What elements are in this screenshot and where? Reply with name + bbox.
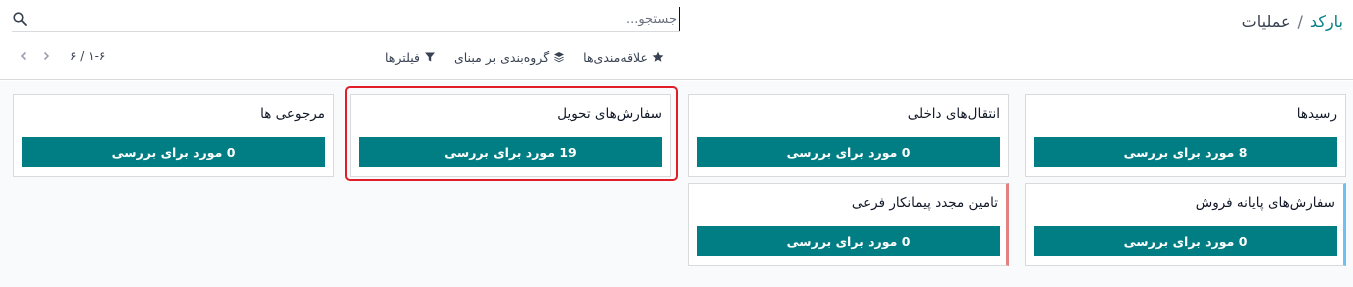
kanban-card-receipts: رسیدها 8 مورد برای بررسی (1025, 94, 1346, 177)
card-title[interactable]: مرجوعی ها (260, 106, 325, 122)
search-box (12, 7, 680, 32)
kanban-card-internal-transfers: انتقال‌های داخلی 0 مورد برای بررسی (688, 94, 1009, 177)
filter-icon (424, 52, 435, 62)
search-icon[interactable] (12, 11, 28, 27)
kanban-card-returns: مرجوعی ها 0 مورد برای بررسی (13, 94, 334, 177)
card-title[interactable]: انتقال‌های داخلی (908, 106, 1000, 122)
kanban-card-delivery-orders: سفارش‌های تحویل 19 مورد برای بررسی (350, 94, 671, 177)
to-process-button[interactable]: 0 مورد برای بررسی (22, 137, 325, 167)
card-title[interactable]: رسیدها (1297, 106, 1337, 122)
favorites-label: علاقه‌مندی‌ها (583, 49, 648, 65)
to-process-button[interactable]: 19 مورد برای بررسی (359, 137, 662, 167)
kanban-view: رسیدها 8 مورد برای بررسی انتقال‌های داخل… (0, 81, 1353, 287)
control-panel: بارکد / عملیات فیلترها گروه‌بندی بر مبنا… (0, 0, 1353, 80)
to-process-button[interactable]: 0 مورد برای بررسی (697, 137, 1000, 167)
to-process-button[interactable]: 0 مورد برای بررسی (697, 226, 1000, 256)
chevron-left-icon (20, 51, 27, 61)
chevron-right-icon (43, 51, 50, 61)
kanban-card-subcontractor-resupply: تامین مجدد پیمانکار فرعی 0 مورد برای برر… (688, 183, 1009, 266)
to-process-button[interactable]: 0 مورد برای بررسی (1034, 226, 1337, 256)
pager: ۱-۶ / ۶ (16, 45, 105, 67)
layers-icon (554, 52, 565, 63)
groupby-toggle[interactable]: گروه‌بندی بر مبنای (454, 50, 565, 65)
favorites-toggle[interactable]: علاقه‌مندی‌ها (583, 50, 664, 65)
pager-value[interactable]: ۱-۶ / ۶ (70, 49, 105, 63)
filters-label: فیلترها (385, 49, 420, 65)
pager-next-button[interactable] (38, 48, 54, 64)
pager-previous-button[interactable] (16, 48, 32, 64)
star-icon (652, 51, 664, 62)
search-input[interactable] (60, 7, 680, 31)
to-process-button[interactable]: 8 مورد برای بررسی (1034, 137, 1337, 167)
search-panel-toggles: فیلترها گروه‌بندی بر مبنای علاقه‌مندی‌ها (385, 47, 664, 67)
groupby-label: گروه‌بندی بر مبنای (453, 49, 550, 65)
card-title[interactable]: سفارش‌های پایانه فروش (1196, 195, 1335, 211)
breadcrumb-parent-link[interactable]: بارکد (1310, 12, 1343, 31)
card-title[interactable]: تامین مجدد پیمانکار فرعی (852, 195, 998, 211)
card-title[interactable]: سفارش‌های تحویل (557, 106, 662, 122)
breadcrumb-separator: / (1297, 11, 1303, 31)
breadcrumb-current: عملیات (1241, 11, 1291, 31)
breadcrumb: بارکد / عملیات (1242, 10, 1343, 32)
kanban-card-pos-orders: سفارش‌های پایانه فروش 0 مورد برای بررسی (1025, 183, 1346, 266)
filters-toggle[interactable]: فیلترها (385, 50, 436, 65)
